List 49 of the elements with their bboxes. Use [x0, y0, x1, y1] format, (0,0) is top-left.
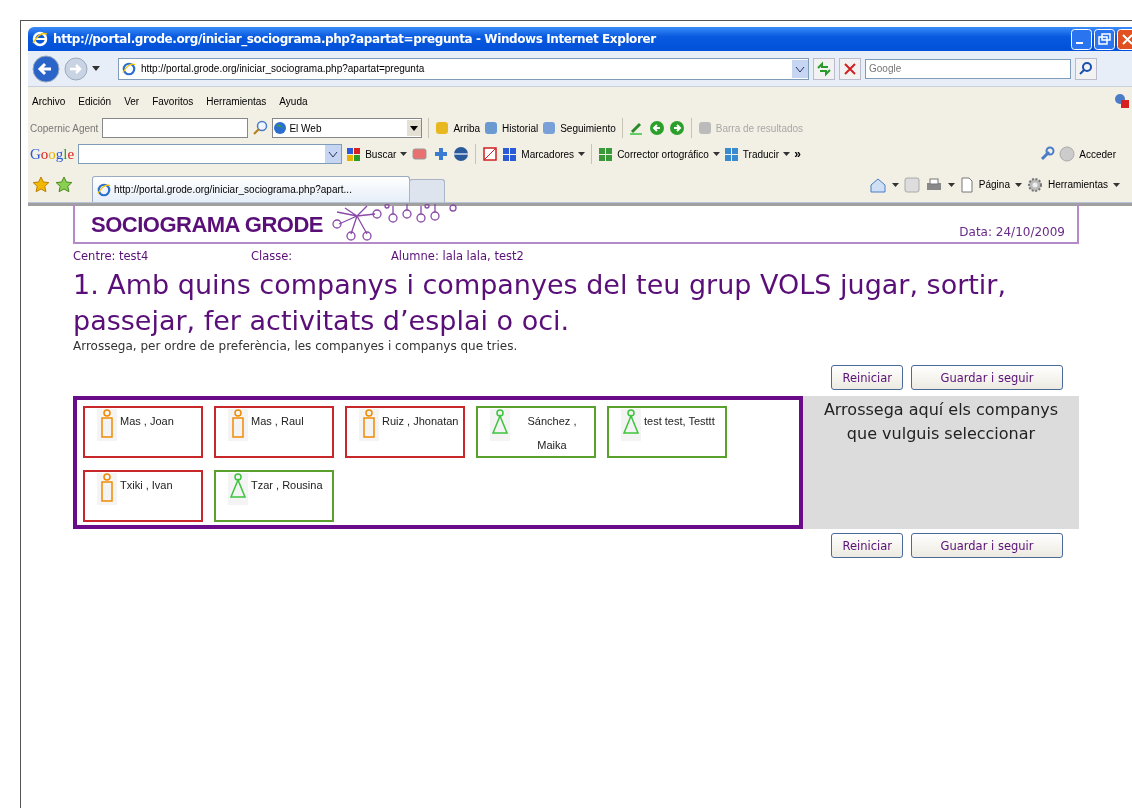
date-label: Data: 24/10/2009 [959, 225, 1065, 239]
toolbar-button[interactable]: Traducir [742, 148, 780, 160]
student-card[interactable]: Sánchez , Maika [476, 406, 596, 458]
toolbar-button[interactable]: Marcadores [521, 148, 575, 160]
student-name: Mas , Raul [251, 414, 304, 429]
google-logo: Google [30, 145, 75, 163]
info-label: Centre: test4 [73, 249, 150, 263]
student-name: test test, Testtt [644, 414, 715, 429]
menu-item[interactable]: Herramientas [206, 95, 267, 107]
menu-item[interactable]: Ver [124, 95, 140, 107]
info-label: Alumne: lala lala, test2 [391, 249, 524, 263]
brand-title: SOCIOGRAMA GRODE [91, 212, 323, 238]
student-name: Tzar , Rousina [251, 478, 323, 493]
command-button[interactable]: Página [978, 179, 1010, 190]
form-button[interactable]: Guardar i seguir [911, 533, 1063, 558]
student-card[interactable]: Ruiz , Jhonatan [345, 406, 465, 458]
student-card[interactable]: Mas , Joan [83, 406, 203, 458]
toolbar-button[interactable]: Corrector ortográfico [617, 148, 709, 160]
student-card[interactable]: Txiki , Ivan [83, 470, 203, 522]
menu-item[interactable]: Favoritos [152, 95, 194, 107]
window-title: http://portal.grode.org/iniciar_sociograma.php?apartat=pregunta - Windows Internet Explorer [53, 32, 656, 46]
more-chevron[interactable]: » [794, 147, 801, 161]
toolbar-button[interactable]: Seguimiento [560, 122, 616, 134]
student-name: Ruiz , Jhonatan [382, 414, 459, 429]
toolbar-button[interactable]: Arriba [453, 122, 481, 134]
sign-in-button[interactable]: Acceder [1079, 148, 1116, 160]
menu-item[interactable]: Ayuda [279, 95, 308, 107]
question-text: 1. Amb quins companys i companyes del teu grup VOLS jugar, sortir, passejar, fer activitats d’esplai o oci. [73, 268, 1008, 338]
student-card[interactable]: test test, Testtt [607, 406, 727, 458]
student-card[interactable]: Tzar , Rousina [214, 470, 334, 522]
instruction-text: Arrossega, per ordre de preferència, les companyes i companys que tries. [73, 339, 519, 353]
browser-tab[interactable]: http://portal.grode.org/iniciar_sociograma.php?apart... [92, 176, 410, 202]
student-name: Mas , Joan [120, 414, 174, 429]
toolbar-button[interactable]: Buscar [365, 148, 397, 160]
student-name: Txiki , Ivan [120, 478, 173, 493]
form-button[interactable]: Guardar i seguir [911, 365, 1063, 390]
toolbar-button[interactable]: Historial [502, 122, 539, 134]
search-field[interactable]: Google [865, 58, 1071, 79]
drop-hint: Arrossega aquí els companys que vulguis seleccionar [822, 399, 1060, 445]
menu-item[interactable]: Archivo [32, 95, 66, 107]
drop-area[interactable]: Arrossega aquí els companys que vulguis seleccionar [803, 396, 1079, 529]
student-name: Sánchez , Maika [526, 414, 578, 453]
info-label: Classe: [251, 249, 294, 263]
form-button[interactable]: Reiniciar [831, 533, 903, 558]
form-button[interactable]: Reiniciar [831, 365, 903, 390]
menu-item[interactable]: Edición [78, 95, 112, 107]
command-button[interactable]: Herramientas [1047, 179, 1108, 190]
toolbar-label: Copernic Agent [30, 122, 99, 134]
student-card[interactable]: Mas , Raul [214, 406, 334, 458]
